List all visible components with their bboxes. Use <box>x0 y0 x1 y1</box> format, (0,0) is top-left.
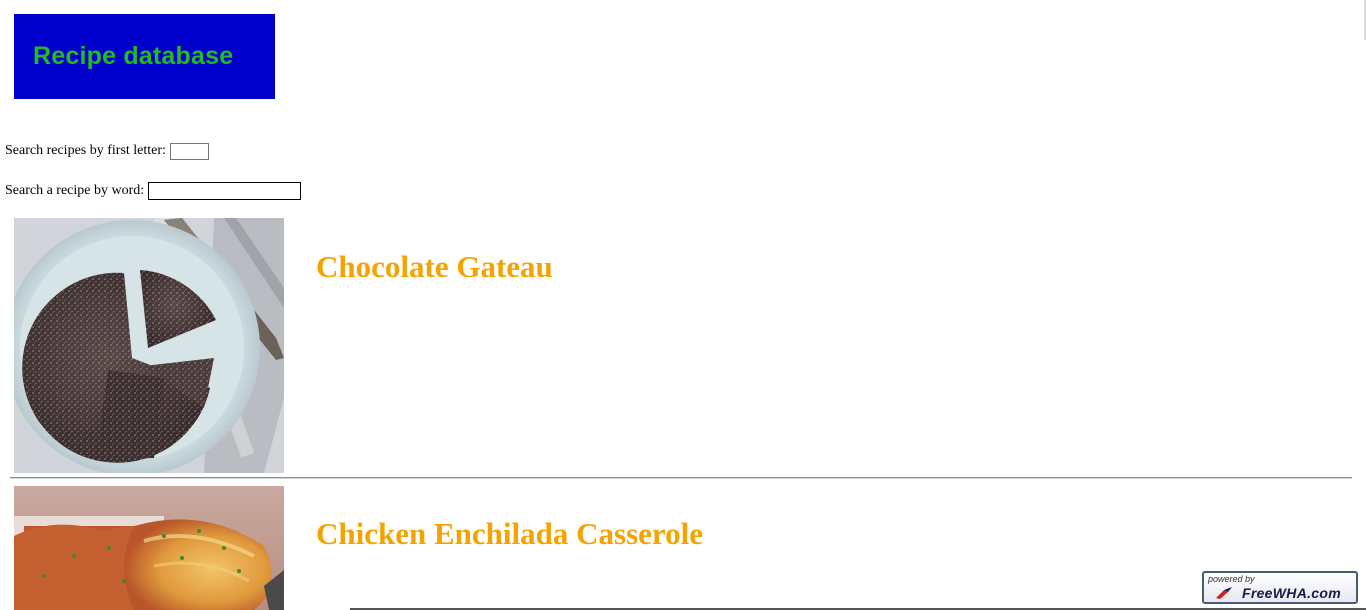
recipe-title[interactable]: Chocolate Gateau <box>316 249 553 285</box>
recipe-image-chocolate-gateau[interactable] <box>14 218 284 473</box>
powered-by-label: powered by <box>1208 574 1255 584</box>
powered-by-brand: FreeWHA.com <box>1242 585 1341 601</box>
word-search-row: Search a recipe by word: <box>5 181 302 201</box>
enchilada-casserole-photo <box>14 486 284 610</box>
word-search-label: Search a recipe by word: <box>5 183 145 198</box>
recipe-entry: Chicken Enchilada Casserole <box>14 486 1352 610</box>
first-letter-input[interactable] <box>169 142 209 160</box>
first-letter-label: Search recipes by first letter: <box>5 143 166 158</box>
rocket-icon <box>1214 586 1234 600</box>
word-search-input[interactable] <box>148 182 302 200</box>
logo-text: Recipe database <box>33 42 234 70</box>
recipe-image-chicken-enchilada-casserole[interactable] <box>14 486 284 610</box>
recipe-entry: Chocolate Gateau <box>14 218 1352 473</box>
recipe-title[interactable]: Chicken Enchilada Casserole <box>316 516 703 552</box>
site-logo-banner[interactable]: Recipe database <box>14 14 275 99</box>
recipe-divider <box>10 477 1352 479</box>
powered-by-badge[interactable]: powered by FreeWHA.com <box>1202 571 1358 604</box>
chocolate-cake-photo <box>14 218 284 473</box>
first-letter-search-row: Search recipes by first letter: <box>5 141 209 161</box>
